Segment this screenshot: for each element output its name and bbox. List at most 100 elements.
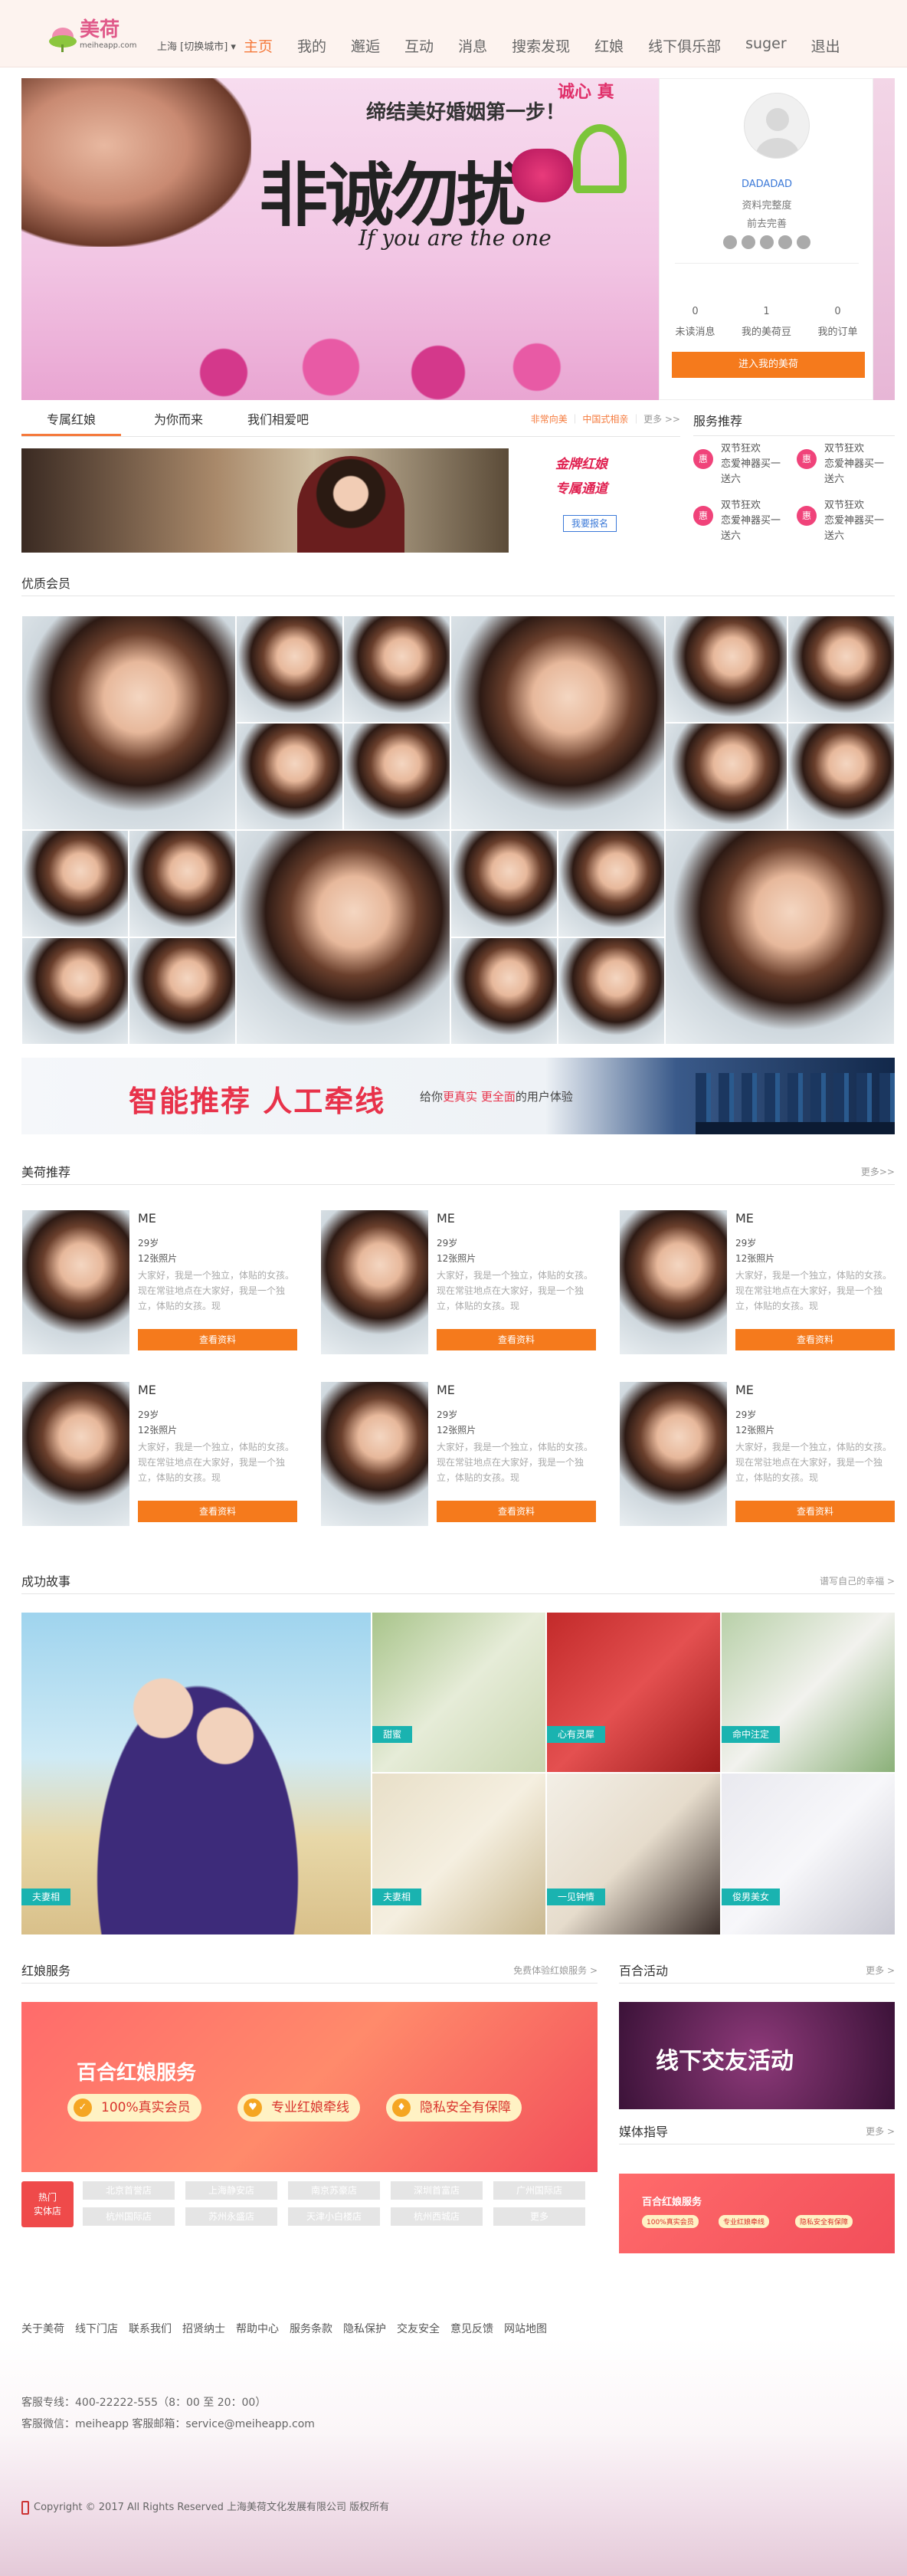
member-photo[interactable] <box>619 1209 728 1355</box>
member-photo[interactable] <box>129 830 236 937</box>
member-photo[interactable] <box>21 1381 130 1527</box>
city-switcher[interactable]: 上海 [切换城市] ▾ <box>157 38 236 53</box>
signup-button[interactable]: 我要报名 <box>563 515 617 532</box>
nav-item-encounter[interactable]: 邂逅 <box>351 35 380 56</box>
member-photo[interactable] <box>450 615 665 830</box>
member-name[interactable]: ME <box>735 1211 754 1226</box>
more-link[interactable]: 更多>> <box>861 1165 895 1178</box>
more-link[interactable]: 更多 > <box>866 1964 895 1977</box>
member-photo[interactable] <box>665 723 787 830</box>
more-link[interactable]: 免费体验红娘服务 > <box>513 1964 598 1977</box>
member-photo[interactable] <box>343 723 450 830</box>
nav-item-home[interactable]: 主页 <box>244 35 273 56</box>
view-profile-button[interactable]: 查看资料 <box>138 1501 297 1522</box>
store-link[interactable]: 杭州国际店 <box>83 2207 175 2226</box>
footer-link[interactable]: 意见反馈 <box>450 2323 493 2335</box>
member-photo[interactable] <box>236 830 450 1045</box>
nav-item-search[interactable]: 搜索发现 <box>512 35 570 56</box>
nav-item-matchmaker[interactable]: 红娘 <box>594 35 624 56</box>
nav-item-suger[interactable]: suger <box>745 35 787 56</box>
matchmaker-photo[interactable] <box>21 448 509 553</box>
member-photo[interactable] <box>21 937 129 1045</box>
mobile-icon[interactable] <box>21 2500 29 2515</box>
hero-banner[interactable]: 缔结美好婚姻第一步！ 诚心 真 非诚勿扰 If you are the one <box>21 78 659 400</box>
media-banner[interactable]: 百合红娘服务 100%真实会员 专业红娘牵线 隐私安全有保障 <box>619 2174 895 2253</box>
tabs-more-link[interactable]: 更多 >> <box>643 414 680 425</box>
store-link[interactable]: 北京首誉店 <box>83 2181 175 2200</box>
member-photo[interactable] <box>558 830 665 937</box>
profile-complete-link[interactable]: 前去完善 <box>660 215 874 230</box>
tab-exclusive-matchmaker[interactable]: 专属红娘 <box>21 406 121 436</box>
link-chinese-dating[interactable]: 中国式相亲 <box>582 414 628 425</box>
view-profile-button[interactable]: 查看资料 <box>735 1329 895 1350</box>
video-verify-icon[interactable] <box>778 235 792 249</box>
profile-username[interactable]: DADADAD <box>660 179 874 190</box>
avatar[interactable] <box>744 93 810 159</box>
story-card[interactable]: 夫妻相 <box>21 1613 371 1934</box>
member-photo[interactable] <box>21 830 129 937</box>
story-card[interactable]: 夫妻相 <box>372 1774 545 1934</box>
member-photo[interactable] <box>558 937 665 1045</box>
member-photo[interactable] <box>787 615 895 723</box>
member-photo[interactable] <box>665 615 787 723</box>
fire-icon[interactable] <box>760 235 774 249</box>
story-card[interactable]: 甜蜜 <box>372 1613 545 1772</box>
stat-unread[interactable]: 0 未读消息 <box>660 306 731 338</box>
member-photo[interactable] <box>236 723 343 830</box>
nav-item-mine[interactable]: 我的 <box>297 35 326 56</box>
more-link[interactable]: 谱写自己的幸福 > <box>820 1574 895 1587</box>
member-photo[interactable] <box>129 937 236 1045</box>
service-item[interactable]: 惠双节狂欢 恋爱神器买一送六 <box>693 498 785 544</box>
member-photo[interactable] <box>450 830 558 937</box>
stat-beans[interactable]: 1 我的美荷豆 <box>731 306 802 338</box>
footer-link[interactable]: 交友安全 <box>397 2323 440 2335</box>
footer-link[interactable]: 网站地图 <box>504 2323 547 2335</box>
member-photo[interactable] <box>21 615 236 830</box>
story-card[interactable]: 一见钟情 <box>547 1774 720 1934</box>
member-photo[interactable] <box>787 723 895 830</box>
member-photo[interactable] <box>320 1381 429 1527</box>
store-link[interactable]: 更多 <box>493 2207 585 2226</box>
member-name[interactable]: ME <box>138 1211 156 1226</box>
smart-recommend-banner[interactable]: 智能推荐 人工牵线 给你更真实 更全面的用户体验 <box>21 1058 895 1134</box>
store-link[interactable]: 广州国际店 <box>493 2181 585 2200</box>
member-name[interactable]: ME <box>138 1383 156 1397</box>
nav-item-messages[interactable]: 消息 <box>458 35 487 56</box>
member-photo[interactable] <box>450 937 558 1045</box>
nav-item-offline-club[interactable]: 线下俱乐部 <box>648 35 721 56</box>
member-photo[interactable] <box>320 1209 429 1355</box>
tab-love[interactable]: 我们相爱吧 <box>228 406 328 434</box>
story-card[interactable]: 命中注定 <box>722 1613 895 1772</box>
store-link[interactable]: 上海静安店 <box>185 2181 277 2200</box>
story-card[interactable]: 心有灵犀 <box>547 1613 720 1772</box>
footer-link[interactable]: 联系我们 <box>129 2323 172 2335</box>
footer-link[interactable]: 关于美荷 <box>21 2323 64 2335</box>
store-link[interactable]: 杭州西城店 <box>391 2207 483 2226</box>
hn-service-banner[interactable]: 百合红娘服务 ✓ 100%真实会员 ♥ 专业红娘牵线 ♦ 隐私安全有保障 <box>21 2002 598 2172</box>
stat-orders[interactable]: 0 我的订单 <box>802 306 873 338</box>
footer-link[interactable]: 隐私保护 <box>343 2323 386 2335</box>
view-profile-button[interactable]: 查看资料 <box>735 1501 895 1522</box>
member-name[interactable]: ME <box>735 1383 754 1397</box>
view-profile-button[interactable]: 查看资料 <box>437 1501 596 1522</box>
footer-link[interactable]: 服务条款 <box>290 2323 332 2335</box>
store-link[interactable]: 深圳首富店 <box>391 2181 483 2200</box>
member-name[interactable]: ME <box>437 1383 455 1397</box>
enter-my-meihe-button[interactable]: 进入我的美荷 <box>672 352 865 378</box>
member-name[interactable]: ME <box>437 1211 455 1226</box>
store-link[interactable]: 天津小白楼店 <box>288 2207 380 2226</box>
member-photo[interactable] <box>619 1381 728 1527</box>
store-link[interactable]: 苏州永盛店 <box>185 2207 277 2226</box>
footer-link[interactable]: 招贤纳士 <box>182 2323 225 2335</box>
link-feichang[interactable]: 非常向美 <box>531 414 568 425</box>
activity-banner[interactable]: 线下交友活动 <box>619 2002 895 2109</box>
view-profile-button[interactable]: 查看资料 <box>138 1329 297 1350</box>
nav-item-interact[interactable]: 互动 <box>404 35 434 56</box>
store-link[interactable]: 南京苏豪店 <box>288 2181 380 2200</box>
tab-for-you[interactable]: 为你而来 <box>129 406 228 434</box>
id-verify-icon[interactable] <box>742 235 755 249</box>
story-card[interactable]: 俊男美女 <box>722 1774 895 1934</box>
more-link[interactable]: 更多 > <box>866 2125 895 2138</box>
phone-verify-icon[interactable] <box>723 235 737 249</box>
vip-icon[interactable] <box>797 235 810 249</box>
